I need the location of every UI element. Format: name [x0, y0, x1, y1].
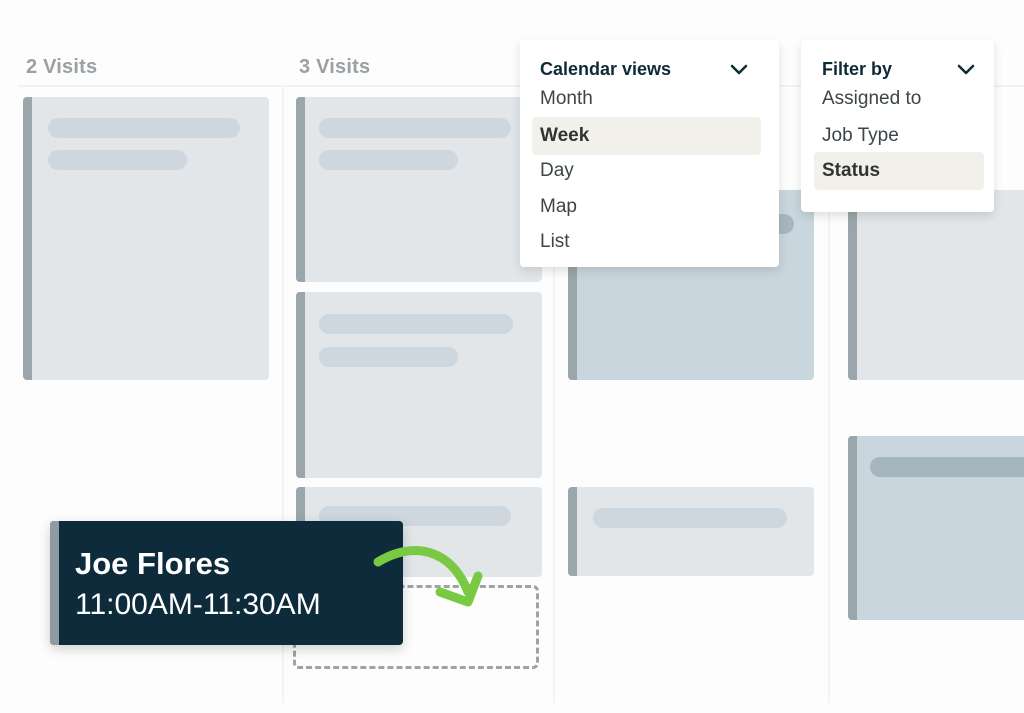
filter-option-assigned-to[interactable]: Assigned to: [814, 80, 984, 118]
visits-count-day-2: 3 Visits: [299, 56, 371, 78]
calendar-views-dropdown: Calendar views Month Week Day Map List: [520, 40, 779, 267]
visit-card[interactable]: [296, 97, 542, 282]
filter-by-title[interactable]: Filter by: [822, 59, 892, 80]
chevron-down-icon[interactable]: [957, 64, 975, 76]
event-assignee: Joe Flores: [75, 546, 231, 581]
placeholder-line: [48, 118, 240, 138]
filter-option-job-type[interactable]: Job Type: [814, 117, 984, 155]
view-option-day[interactable]: Day: [532, 152, 761, 190]
view-option-list[interactable]: List: [532, 223, 761, 261]
curved-arrow-icon: [373, 546, 483, 607]
view-option-month[interactable]: Month: [532, 80, 761, 118]
filter-by-dropdown: Filter by Assigned to Job Type Status: [801, 40, 994, 212]
visit-card[interactable]: [848, 190, 1024, 380]
placeholder-line: [319, 150, 458, 170]
placeholder-line: [593, 508, 787, 528]
placeholder-line: [319, 118, 511, 138]
visit-card[interactable]: [296, 292, 542, 478]
visit-card[interactable]: [848, 436, 1024, 620]
view-option-week[interactable]: Week: [532, 117, 761, 155]
event-time-range: 11:00AM-11:30AM: [75, 588, 321, 621]
dragged-event-card[interactable]: Joe Flores 11:00AM-11:30AM: [50, 521, 403, 645]
visits-count-day-1: 2 Visits: [26, 56, 98, 78]
view-option-map[interactable]: Map: [532, 188, 761, 226]
placeholder-line: [319, 314, 513, 334]
calendar-views-title[interactable]: Calendar views: [540, 59, 671, 80]
visit-card[interactable]: [23, 97, 269, 380]
placeholder-line: [48, 150, 187, 170]
visit-card[interactable]: [568, 487, 814, 576]
filter-option-status[interactable]: Status: [814, 152, 984, 190]
placeholder-line: [319, 347, 458, 367]
placeholder-line: [870, 457, 1024, 477]
chevron-down-icon[interactable]: [730, 64, 748, 76]
